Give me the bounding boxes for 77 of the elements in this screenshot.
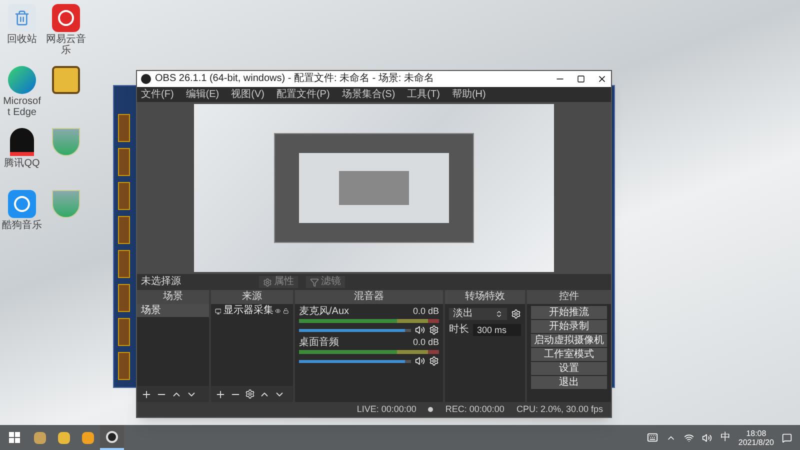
control-button[interactable]: 退出 bbox=[531, 376, 607, 389]
game-tile[interactable] bbox=[118, 216, 130, 244]
desktop-icon-label[interactable]: 回收站 bbox=[7, 34, 37, 45]
unlock-icon[interactable] bbox=[283, 307, 290, 315]
control-button[interactable]: 开始推流 bbox=[531, 306, 607, 319]
shield-icon bbox=[52, 128, 80, 156]
dock-title: 混音器 bbox=[295, 290, 443, 304]
menu-item[interactable]: 场景集合(S) bbox=[342, 88, 396, 100]
network-icon[interactable] bbox=[684, 432, 694, 442]
desktop-icon-label[interactable]: Microsoft Edge bbox=[2, 96, 42, 118]
keyboard-icon[interactable] bbox=[647, 432, 658, 443]
speaker-icon[interactable] bbox=[415, 356, 425, 366]
control-button[interactable]: 开始录制 bbox=[531, 320, 607, 333]
desktop-icon-label[interactable]: 腾讯QQ bbox=[4, 158, 40, 169]
clock-date[interactable]: 2021/8/20 bbox=[738, 438, 774, 446]
monitor-icon bbox=[215, 306, 222, 316]
notification-icon[interactable] bbox=[782, 432, 792, 442]
settings-icon[interactable] bbox=[429, 356, 439, 366]
duration-field[interactable]: 300 ms bbox=[473, 324, 521, 336]
shield-icon bbox=[52, 190, 80, 218]
dock-title: 来源 bbox=[211, 290, 293, 304]
channel-reading: 0.0 dB bbox=[412, 306, 439, 317]
game-tile[interactable] bbox=[118, 114, 130, 142]
source-item[interactable]: 显示器采集 bbox=[223, 305, 274, 317]
control-button[interactable]: 工作室模式 bbox=[531, 348, 607, 361]
live-status: LIVE: 00:00:00 bbox=[356, 404, 416, 415]
rec-status: REC: 00:00:00 bbox=[445, 404, 504, 415]
cpu-status: CPU: 2.0%, 30.00 fps bbox=[516, 404, 603, 415]
menu-item[interactable]: 工具(T) bbox=[407, 88, 440, 100]
k-app-icon bbox=[8, 190, 36, 218]
dock-title: 转场特效 bbox=[445, 290, 525, 304]
game-tile[interactable] bbox=[118, 284, 130, 312]
maximize-icon[interactable] bbox=[577, 75, 585, 83]
speaker-icon[interactable] bbox=[415, 325, 425, 335]
taskbar-app-icon[interactable] bbox=[100, 425, 124, 450]
penguin-icon bbox=[10, 128, 34, 156]
channel-reading: 0.0 dB bbox=[412, 337, 439, 348]
window-title: OBS 26.1.1 (64-bit, windows) - 配置文件: 未命名 - 场景: 未命名 bbox=[155, 73, 435, 85]
menu-item[interactable]: 编辑(E) bbox=[186, 88, 220, 100]
transition-select[interactable]: 淡出 bbox=[449, 308, 507, 320]
add-icon[interactable] bbox=[141, 388, 152, 400]
settings-icon[interactable] bbox=[511, 309, 521, 319]
desktop-icon-label[interactable]: 网易云音乐 bbox=[46, 34, 86, 56]
channel-name: 麦克风/Aux bbox=[299, 306, 350, 317]
filter-icon bbox=[310, 278, 319, 286]
game-tile[interactable] bbox=[118, 318, 130, 346]
channel-name: 桌面音频 bbox=[299, 337, 339, 348]
gear-icon bbox=[263, 278, 272, 286]
add-icon[interactable] bbox=[215, 388, 226, 400]
no-source-label: 未选择源 bbox=[141, 276, 182, 288]
menu-item[interactable]: 文件(F) bbox=[141, 88, 174, 100]
desktop-icon-label[interactable]: 酷狗音乐 bbox=[2, 220, 42, 231]
clock-time[interactable]: 18:08 bbox=[746, 428, 766, 438]
game-tile[interactable] bbox=[118, 352, 130, 380]
browser-icon bbox=[8, 66, 36, 94]
menu-item[interactable]: 视图(V) bbox=[231, 88, 264, 100]
up-down-arrows-icon bbox=[495, 310, 503, 318]
recycle-bin-icon bbox=[8, 4, 36, 32]
eye-icon[interactable] bbox=[275, 307, 282, 315]
speaker-icon[interactable] bbox=[702, 432, 712, 442]
menu-item[interactable]: 帮助(H) bbox=[452, 88, 486, 100]
close-icon[interactable] bbox=[597, 74, 607, 84]
dock-title: 控件 bbox=[527, 290, 611, 304]
control-button[interactable]: 设置 bbox=[531, 362, 607, 375]
game-tile[interactable] bbox=[118, 250, 130, 278]
input-method-indicator[interactable]: 中 bbox=[720, 432, 730, 444]
music-app-icon bbox=[52, 4, 80, 32]
control-button[interactable]: 启动虚拟摄像机 bbox=[531, 334, 607, 347]
scene-item[interactable]: 场景 bbox=[137, 304, 209, 317]
dock-title: 场景 bbox=[137, 290, 209, 304]
menu-item[interactable]: 配置文件(P) bbox=[276, 88, 330, 100]
obs-logo-icon bbox=[141, 74, 151, 84]
duration-label: 时长 bbox=[449, 324, 469, 336]
settings-icon[interactable] bbox=[429, 325, 439, 335]
settings-icon[interactable] bbox=[245, 389, 255, 399]
game-tile[interactable] bbox=[118, 182, 130, 210]
game-tile[interactable] bbox=[118, 148, 130, 176]
